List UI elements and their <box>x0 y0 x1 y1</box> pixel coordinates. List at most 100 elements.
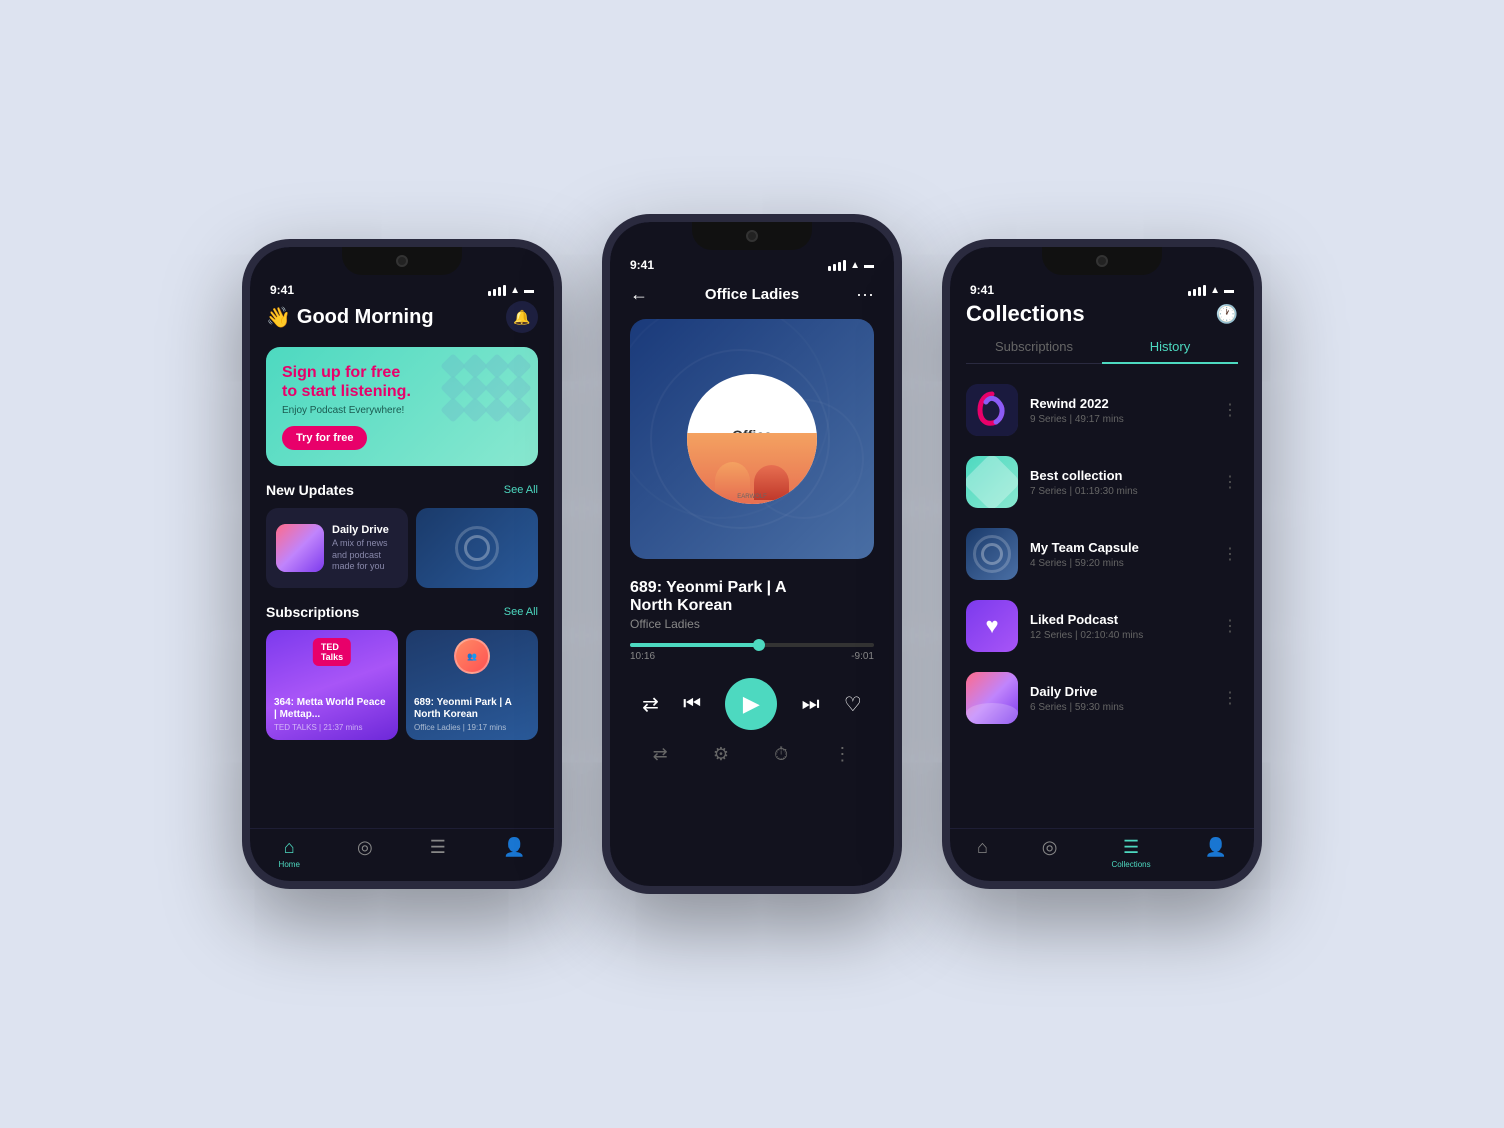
battery-icon-collections: ▬ <box>1224 285 1234 296</box>
status-icons-player: ▲ ▬ <box>828 260 874 271</box>
history-icon[interactable]: 🕐 <box>1216 304 1238 325</box>
liked-heart-icon: ♥ <box>985 613 998 639</box>
subscriptions-row: TEDTalks 364: Metta World Peace | Mettap… <box>266 630 538 740</box>
notification-button[interactable]: 🔔 <box>506 301 538 333</box>
timer-button[interactable]: ⏱ <box>774 744 788 765</box>
home-header: 👋 Good Morning 🔔 <box>266 301 538 333</box>
tab-subscriptions[interactable]: Subscriptions <box>966 339 1102 363</box>
wifi-icon-collections: ▲ <box>1210 285 1220 296</box>
nav-discover[interactable]: ◎ <box>357 837 373 869</box>
next-button[interactable]: ⏭ <box>802 693 820 716</box>
best-inner <box>966 456 1018 508</box>
collections-nav-icon-c: ☰ <box>1123 837 1139 858</box>
repeat-button[interactable]: ⇄ <box>642 692 659 717</box>
updates-row: Daily Drive A mix of news and podcast ma… <box>266 508 538 588</box>
track-title: 689: Yeonmi Park | ANorth Korean <box>630 579 874 615</box>
collection-item-daily[interactable]: Daily Drive 6 Series | 59:30 mins ⋮ <box>966 666 1238 730</box>
office-card-meta: Office Ladies | 19:17 mins <box>414 723 530 732</box>
collections-nav-icon: ☰ <box>430 837 446 858</box>
back-button[interactable]: ← <box>630 284 648 305</box>
battery-icon-player: ▬ <box>864 260 874 271</box>
screen-home: 9:41 ▲ ▬ 👋 Good Morning 🔔 <box>250 247 554 881</box>
subscriptions-title: Subscriptions <box>266 604 359 620</box>
tab-history[interactable]: History <box>1102 339 1238 364</box>
prev-button[interactable]: ⏮ <box>683 693 701 716</box>
airplay-button[interactable]: ⇄ <box>653 744 668 765</box>
signal-icon-collections <box>1188 285 1206 296</box>
update-card-blue[interactable] <box>416 508 538 588</box>
subscription-card-office[interactable]: 👥 689: Yeonmi Park | A North Korean Offi… <box>406 630 538 740</box>
status-time-player: 9:41 <box>630 258 654 272</box>
greeting-text: Good Morning <box>297 306 434 329</box>
status-icons-collections: ▲ ▬ <box>1188 285 1234 296</box>
collection-more-liked[interactable]: ⋮ <box>1222 616 1238 636</box>
more-options-button[interactable]: ··· <box>856 284 874 305</box>
thumb-capsule <box>966 528 1018 580</box>
play-pause-button[interactable]: ▶ <box>725 678 777 730</box>
status-icons-home: ▲ ▬ <box>488 285 534 296</box>
collection-item-liked[interactable]: ♥ Liked Podcast 12 Series | 02:10:40 min… <box>966 594 1238 658</box>
collection-info-best: Best collection 7 Series | 01:19:30 mins <box>1030 468 1210 497</box>
collection-item-rewind[interactable]: Rewind 2022 9 Series | 49:17 mins ⋮ <box>966 378 1238 442</box>
status-bar-player: 9:41 ▲ ▬ <box>610 254 894 276</box>
nav-collections-c[interactable]: ☰ Collections <box>1111 837 1150 869</box>
status-bar-home: 9:41 ▲ ▬ <box>250 279 554 301</box>
status-time-collections: 9:41 <box>970 283 994 297</box>
notch-player <box>692 222 812 250</box>
status-bar-collections: 9:41 ▲ ▬ <box>950 279 1254 301</box>
collections-tabs: Subscriptions History <box>966 339 1238 364</box>
daily-wave <box>966 703 1018 724</box>
bottom-nav-collections: ⌂ ◎ ☰ Collections 👤 <box>950 828 1254 881</box>
like-button[interactable]: ♡ <box>844 692 862 717</box>
office-card-title: 689: Yeonmi Park | A North Korean <box>414 697 530 721</box>
update-card-daily-drive[interactable]: Daily Drive A mix of news and podcast ma… <box>266 508 408 588</box>
blue-circle <box>455 526 499 570</box>
progress-bar[interactable] <box>630 643 874 647</box>
nav-profile[interactable]: 👤 <box>503 837 525 869</box>
collection-name-rewind: Rewind 2022 <box>1030 396 1210 411</box>
collection-more-rewind[interactable]: ⋮ <box>1222 400 1238 420</box>
more-button[interactable]: ⋮ <box>833 744 851 765</box>
ted-card-title: 364: Metta World Peace | Mettap... <box>274 697 390 721</box>
nav-home[interactable]: ⌂ Home <box>279 837 300 869</box>
daily-wave-art <box>276 524 324 572</box>
office-thumb: 👥 <box>454 638 490 674</box>
collection-more-daily[interactable]: ⋮ <box>1222 688 1238 708</box>
home-nav-icon: ⌂ <box>284 837 295 858</box>
nav-collections[interactable]: ☰ <box>430 837 446 869</box>
nav-home-c[interactable]: ⌂ <box>977 837 988 869</box>
collection-meta-rewind: 9 Series | 49:17 mins <box>1030 414 1210 425</box>
speed-button[interactable]: ⚙ <box>713 744 729 765</box>
track-show: Office Ladies <box>630 617 874 631</box>
collection-more-capsule[interactable]: ⋮ <box>1222 544 1238 564</box>
capsule-inner <box>973 535 1011 573</box>
nav-profile-c[interactable]: 👤 <box>1205 837 1227 869</box>
subscriptions-see-all[interactable]: See All <box>504 606 538 618</box>
thumb-rewind <box>966 384 1018 436</box>
time-remaining: -9:01 <box>851 651 874 662</box>
thumb-daily <box>966 672 1018 724</box>
collection-item-best[interactable]: Best collection 7 Series | 01:19:30 mins… <box>966 450 1238 514</box>
collection-meta-liked: 12 Series | 02:10:40 mins <box>1030 630 1210 641</box>
collection-name-liked: Liked Podcast <box>1030 612 1210 627</box>
collection-more-best[interactable]: ⋮ <box>1222 472 1238 492</box>
progress-area: 10:16 -9:01 <box>610 635 894 670</box>
signal-icon <box>488 285 506 296</box>
daily-drive-info: Daily Drive A mix of news and podcast ma… <box>332 524 398 573</box>
new-updates-see-all[interactable]: See All <box>504 484 538 496</box>
daily-drive-thumb <box>276 524 324 572</box>
collection-item-capsule[interactable]: My Team Capsule 4 Series | 59:20 mins ⋮ <box>966 522 1238 586</box>
thumb-liked: ♥ <box>966 600 1018 652</box>
subscription-card-ted[interactable]: TEDTalks 364: Metta World Peace | Mettap… <box>266 630 398 740</box>
daily-drive-title: Daily Drive <box>332 524 398 536</box>
nav-discover-c[interactable]: ◎ <box>1042 837 1058 869</box>
bottom-nav-home: ⌂ Home ◎ ☰ 👤 <box>250 828 554 881</box>
ted-badge: TEDTalks <box>313 638 351 666</box>
collection-meta-daily: 6 Series | 59:30 mins <box>1030 702 1210 713</box>
signal-icon-player <box>828 260 846 271</box>
screen-player: 9:41 ▲ ▬ ← Office Ladies ··· <box>610 222 894 886</box>
phone-home: 9:41 ▲ ▬ 👋 Good Morning 🔔 <box>242 239 562 889</box>
player-info: 689: Yeonmi Park | ANorth Korean Office … <box>610 569 894 635</box>
progress-times: 10:16 -9:01 <box>630 651 874 662</box>
try-free-button[interactable]: Try for free <box>282 426 367 450</box>
